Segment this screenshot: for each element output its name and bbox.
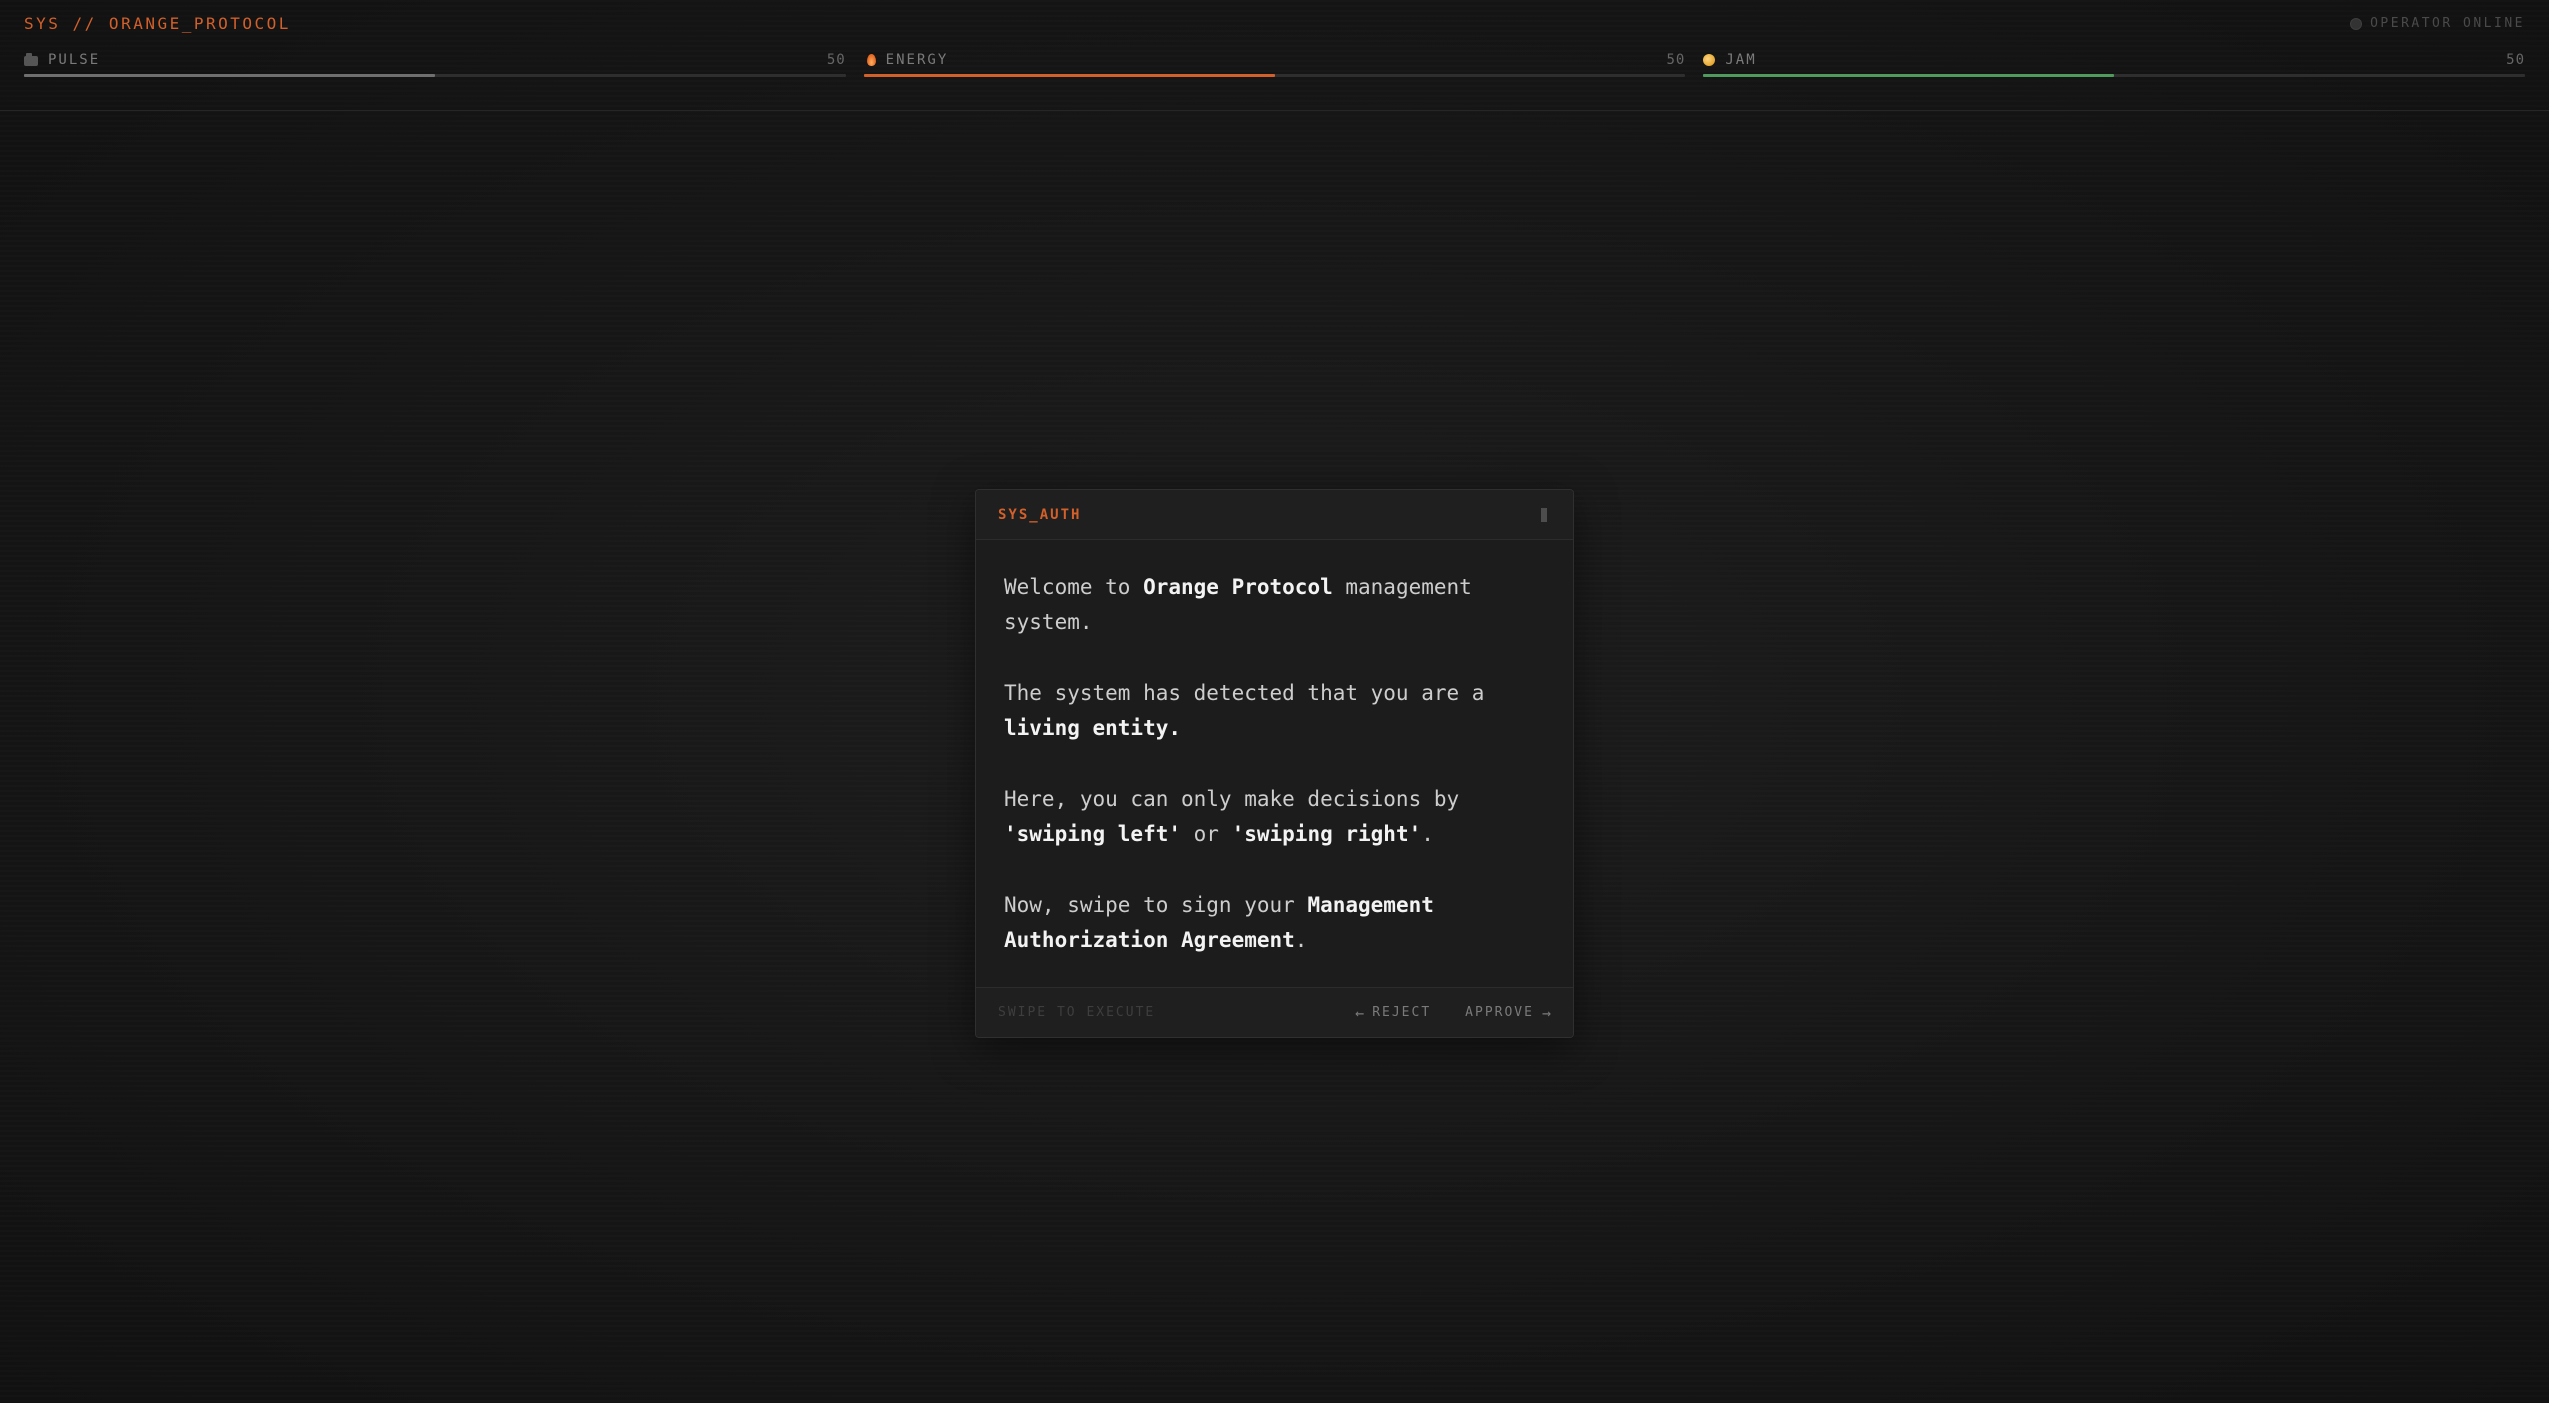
body-text: Now, swipe to sign your <box>1004 893 1308 917</box>
approve-button[interactable]: APPROVE → <box>1465 1004 1551 1022</box>
stat-label: ENERGY <box>885 52 949 68</box>
operator-status: OPERATOR ONLINE <box>2350 16 2525 31</box>
body-text: . <box>1421 822 1434 846</box>
swipe-hint: SWIPE TO EXECUTE <box>998 1005 1156 1020</box>
stat-fill <box>24 74 435 77</box>
app-title: SYS // ORANGE_PROTOCOL <box>24 14 291 33</box>
stat-pulse: PULSE 50 <box>24 50 846 80</box>
stats-bar: PULSE 50 ENERGY 50 JAM 50 <box>24 50 2526 80</box>
status-dot-icon <box>2350 17 2363 30</box>
stat-track <box>1703 74 2526 77</box>
stat-label: JAM <box>1725 52 1757 68</box>
emphasis-text: living entity. <box>1004 716 1182 740</box>
card-actions: ← REJECT APPROVE → <box>1355 1004 1551 1022</box>
orange-icon <box>1703 54 1716 66</box>
card-title: SYS_AUTH <box>998 506 1082 523</box>
body-text: Here, you can only make decisions by <box>1004 787 1460 811</box>
card-footer: SWIPE TO EXECUTE ← REJECT APPROVE → <box>976 987 1573 1037</box>
top-bar: SYS // ORANGE_PROTOCOL OPERATOR ONLINE P… <box>0 0 2549 111</box>
stat-value: 50 <box>826 52 846 68</box>
stat-label: PULSE <box>48 52 101 68</box>
arrow-left-icon: ← <box>1355 1003 1365 1022</box>
card-header: SYS_AUTH <box>976 490 1573 540</box>
emphasis-text: 'swiping right' <box>1231 822 1422 846</box>
stat-value: 50 <box>1666 52 1686 68</box>
reject-button[interactable]: ← REJECT <box>1355 1004 1431 1022</box>
approve-label: APPROVE <box>1465 1005 1534 1020</box>
operator-status-label: OPERATOR ONLINE <box>2370 16 2525 31</box>
emphasis-text: Orange Protocol <box>1143 575 1333 599</box>
stat-jam: JAM 50 <box>1703 50 2526 80</box>
stat-energy: ENERGY 50 <box>863 50 1686 80</box>
reject-label: REJECT <box>1372 1005 1432 1020</box>
body-text: Welcome to <box>1004 575 1144 599</box>
body-text: . <box>1294 928 1308 952</box>
emphasis-text: 'swiping left' <box>1004 822 1182 846</box>
body-text: or <box>1181 822 1232 846</box>
card-body: Welcome to Orange Protocol management sy… <box>976 540 1573 987</box>
arrow-right-icon: → <box>1541 1003 1551 1022</box>
decision-card[interactable]: SYS_AUTH Welcome to Orange Protocol mana… <box>975 489 1574 1038</box>
card-paragraph: Here, you can only make decisions by 'sw… <box>1004 782 1545 852</box>
stat-track <box>863 74 1686 77</box>
cursor-icon <box>1541 507 1547 522</box>
battery-icon <box>24 53 38 66</box>
card-paragraph: Now, swipe to sign your Management Autho… <box>1004 888 1545 958</box>
stat-value: 50 <box>2506 52 2526 68</box>
stat-fill <box>1703 74 2115 77</box>
body-text: The system has detected that you are a <box>1004 681 1485 705</box>
stat-fill <box>863 74 1275 77</box>
card-paragraph: The system has detected that you are a l… <box>1004 676 1545 746</box>
flame-icon <box>866 54 876 66</box>
card-paragraph: Welcome to Orange Protocol management sy… <box>1004 570 1545 640</box>
stat-track <box>24 74 846 77</box>
